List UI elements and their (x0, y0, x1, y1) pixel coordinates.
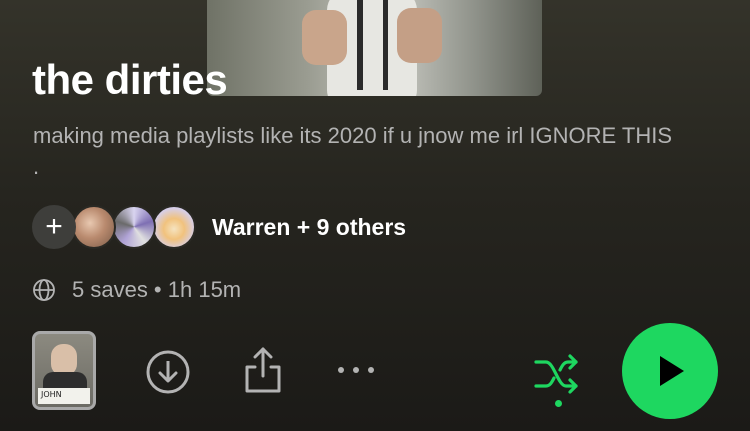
globe-icon (33, 279, 55, 301)
avatar[interactable] (112, 205, 156, 249)
cover-art (207, 0, 542, 96)
playlist-meta: 5 saves • 1h 15m (32, 276, 241, 304)
playlist-title: the dirties (32, 56, 228, 103)
playlist-description: making media playlists like its 2020 if … (33, 123, 673, 179)
collaborators-row[interactable]: + Warren + 9 others (32, 205, 406, 249)
play-button[interactable] (622, 323, 718, 419)
add-collaborator-button[interactable]: + (32, 205, 76, 249)
share-icon (245, 347, 281, 393)
shuffle-active-indicator (555, 400, 562, 407)
playlist-stats: 5 saves • 1h 15m (72, 277, 242, 302)
playlist-thumbnail[interactable]: JOHN (32, 331, 96, 410)
avatar[interactable] (72, 205, 116, 249)
avatar[interactable] (152, 205, 196, 249)
collaborators-text[interactable]: Warren + 9 others (212, 214, 406, 241)
download-icon (146, 350, 190, 394)
thumbnail-label: JOHN (38, 388, 90, 404)
share-button[interactable] (240, 345, 286, 395)
download-button[interactable] (145, 349, 191, 395)
more-icon (338, 367, 374, 373)
shuffle-icon (534, 354, 578, 394)
more-options-button[interactable] (333, 358, 379, 382)
plus-icon: + (45, 210, 63, 243)
shuffle-button[interactable] (532, 350, 584, 398)
play-icon (660, 356, 684, 386)
action-bar: JOHN (0, 320, 750, 420)
